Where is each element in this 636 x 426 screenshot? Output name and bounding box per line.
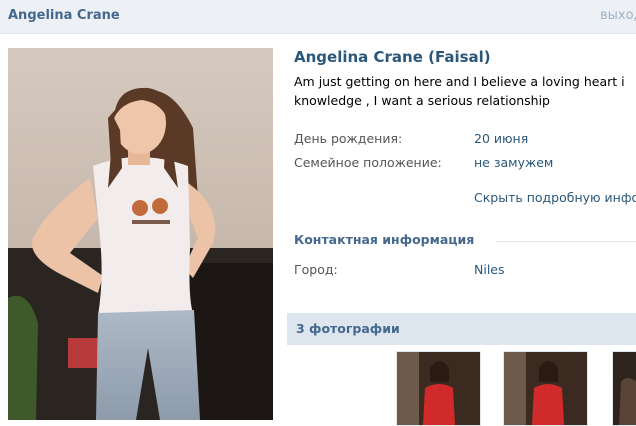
top-bar: Angelina Crane выход (0, 0, 636, 34)
profile-name: Angelina Crane (Faisal) (294, 48, 491, 66)
status-line-2: knowledge , I want a serious relationshi… (294, 93, 550, 108)
profile-photo-image (8, 48, 273, 420)
photos-section-header[interactable]: 3 фотографии (287, 313, 636, 345)
relationship-value[interactable]: не замужем (474, 155, 553, 170)
header-name[interactable]: Angelina Crane (8, 8, 120, 23)
thumbnail-image (504, 352, 587, 425)
exit-link[interactable]: выход (600, 8, 636, 23)
profile-status: Am just getting on here and I believe a … (294, 72, 636, 110)
section-divider (496, 241, 636, 242)
city-label: Город: (294, 262, 338, 277)
profile-photo[interactable] (8, 48, 273, 420)
photo-thumbnail[interactable] (396, 351, 481, 426)
relationship-label: Семейное положение: (294, 155, 442, 170)
birthday-label: День рождения: (294, 131, 403, 146)
status-line-1: Am just getting on here and I believe a … (294, 74, 625, 89)
thumbnail-image (613, 352, 636, 425)
photo-thumbnail[interactable] (612, 351, 636, 426)
contact-section-title: Контактная информация (294, 232, 475, 247)
hide-details-link[interactable]: Скрыть подробную инфо (474, 190, 636, 205)
city-value[interactable]: Niles (474, 262, 505, 277)
thumbnail-image (397, 352, 480, 425)
photo-thumbnail[interactable] (503, 351, 588, 426)
birthday-value[interactable]: 20 июня (474, 131, 528, 146)
photos-section-title[interactable]: 3 фотографии (296, 321, 400, 336)
